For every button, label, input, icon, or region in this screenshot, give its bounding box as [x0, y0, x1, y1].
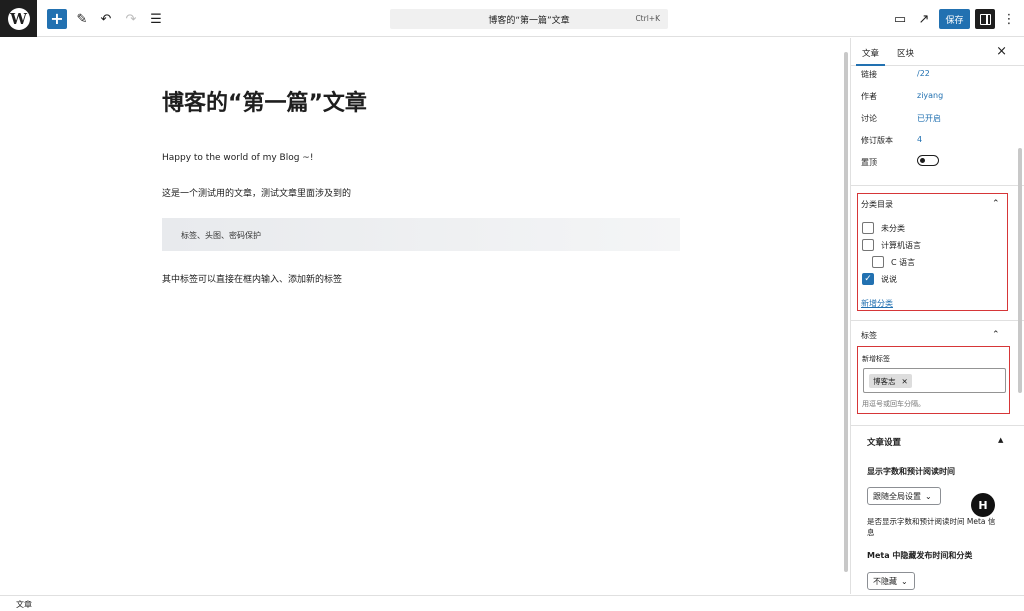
categories-highlight: [857, 193, 1008, 311]
undo-icon[interactable]: ↶: [96, 9, 116, 29]
revisions-value[interactable]: 4: [917, 135, 922, 144]
tab-post[interactable]: 文章: [855, 47, 886, 66]
hide-meta-select[interactable]: 不隐藏 ⌄: [867, 572, 915, 590]
wordpress-logo-button[interactable]: W: [0, 0, 37, 37]
wordpress-icon: W: [7, 7, 30, 30]
post-settings-title[interactable]: 文章设置: [867, 436, 901, 448]
author-value[interactable]: ziyang: [917, 91, 943, 100]
add-category-link[interactable]: 新增分类: [861, 298, 893, 309]
sidebar-tabs: 文章 区块 ×: [851, 38, 1024, 66]
tag-chip: 博客志 ✕: [869, 374, 912, 388]
divider: [851, 425, 1024, 426]
settings-toggle-button[interactable]: [975, 9, 995, 29]
quote-block[interactable]: 标签、头图、密码保护: [162, 218, 680, 251]
sidebar-scrollbar[interactable]: [1018, 148, 1022, 393]
tags-help-text: 用逗号或回车分隔。: [862, 400, 925, 408]
tab-block[interactable]: 区块: [897, 47, 914, 59]
tag-input[interactable]: 博客志 ✕: [863, 368, 1006, 393]
word-count-heading: 显示字数和预计阅读时间: [867, 467, 955, 476]
more-options-icon[interactable]: ⋮: [999, 9, 1019, 29]
add-block-button[interactable]: +: [47, 9, 67, 29]
floating-badge-icon[interactable]: H: [971, 493, 995, 517]
chevron-up-icon[interactable]: ⌃: [992, 199, 1000, 209]
category-checkbox-checked[interactable]: ✓: [862, 273, 874, 285]
word-count-select[interactable]: 跟随全局设置 ⌄: [867, 487, 941, 505]
pen-tools-icon[interactable]: ✎: [72, 9, 92, 29]
category-label: C 语言: [891, 258, 916, 267]
category-checkbox[interactable]: [872, 256, 884, 268]
editor-canvas: 博客的“第一篇”文章 Happy to the world of my Blog…: [0, 38, 843, 594]
command-palette-bar[interactable]: 博客的“第一篇”文章 Ctrl+K: [390, 9, 668, 29]
command-shortcut: Ctrl+K: [635, 14, 660, 23]
remove-tag-icon[interactable]: ✕: [902, 377, 908, 386]
quote-text: 标签、头图、密码保护: [181, 231, 261, 240]
post-title[interactable]: 博客的“第一篇”文章: [162, 85, 367, 117]
word-count-help: 是否显示字数和预计阅读时间 Meta 信息: [867, 517, 996, 537]
select-value: 跟随全局设置: [873, 491, 921, 501]
editor-scrollbar[interactable]: [843, 38, 848, 594]
view-icon[interactable]: ▭: [890, 9, 910, 29]
breadcrumb-bar: 文章: [0, 595, 1024, 611]
meta-label: 修订版本: [861, 136, 893, 145]
permalink-value[interactable]: /22: [917, 69, 930, 78]
category-label: 计算机语言: [881, 241, 921, 250]
divider: [851, 320, 1024, 321]
settings-sidebar: 文章 区块 × 链接 /22 作者 ziyang 讨论 已开启 修订版本 4 置…: [850, 38, 1024, 594]
document-overview-icon[interactable]: ☰: [146, 9, 166, 29]
add-tag-label: 新增标签: [862, 355, 890, 363]
external-link-icon[interactable]: ↗: [914, 9, 934, 29]
paragraph-block[interactable]: Happy to the world of my Blog ~!: [162, 153, 313, 163]
meta-label: 链接: [861, 70, 877, 79]
category-checkbox[interactable]: [862, 239, 874, 251]
chevron-down-icon: ⌄: [925, 491, 932, 501]
meta-label: 作者: [861, 92, 877, 101]
collapse-triangle-icon[interactable]: ▲: [998, 436, 1003, 444]
tag-chip-label: 博客志: [873, 376, 896, 386]
command-bar-title: 博客的“第一篇”文章: [488, 16, 570, 26]
save-button[interactable]: 保存: [939, 9, 970, 29]
chevron-down-icon: ⌄: [901, 576, 908, 586]
sticky-label: 置顶: [861, 158, 877, 167]
categories-title[interactable]: 分类目录: [861, 199, 893, 210]
divider: [851, 185, 1024, 186]
top-toolbar: W + ✎ ↶ ↷ ☰ 博客的“第一篇”文章 Ctrl+K ▭ ↗ 保存 ⋮: [0, 0, 1024, 37]
meta-label: 讨论: [861, 114, 877, 123]
sticky-toggle[interactable]: [917, 155, 939, 166]
sidebar-icon: [979, 13, 991, 25]
category-label: 说说: [881, 275, 897, 284]
category-label: 未分类: [881, 224, 905, 233]
tags-title[interactable]: 标签: [861, 330, 877, 341]
breadcrumb[interactable]: 文章: [16, 599, 32, 610]
paragraph-block[interactable]: 其中标签可以直接在框内输入、添加新的标签: [162, 272, 342, 285]
close-icon[interactable]: ×: [996, 44, 1007, 59]
chevron-up-icon[interactable]: ⌃: [992, 330, 1000, 340]
select-value: 不隐藏: [873, 576, 897, 586]
paragraph-block[interactable]: 这是一个测试用的文章，测试文章里面涉及到的: [162, 186, 351, 199]
category-checkbox[interactable]: [862, 222, 874, 234]
discussion-value[interactable]: 已开启: [917, 113, 941, 124]
hide-meta-heading: Meta 中隐藏发布时间和分类: [867, 551, 973, 560]
redo-icon[interactable]: ↷: [121, 9, 141, 29]
